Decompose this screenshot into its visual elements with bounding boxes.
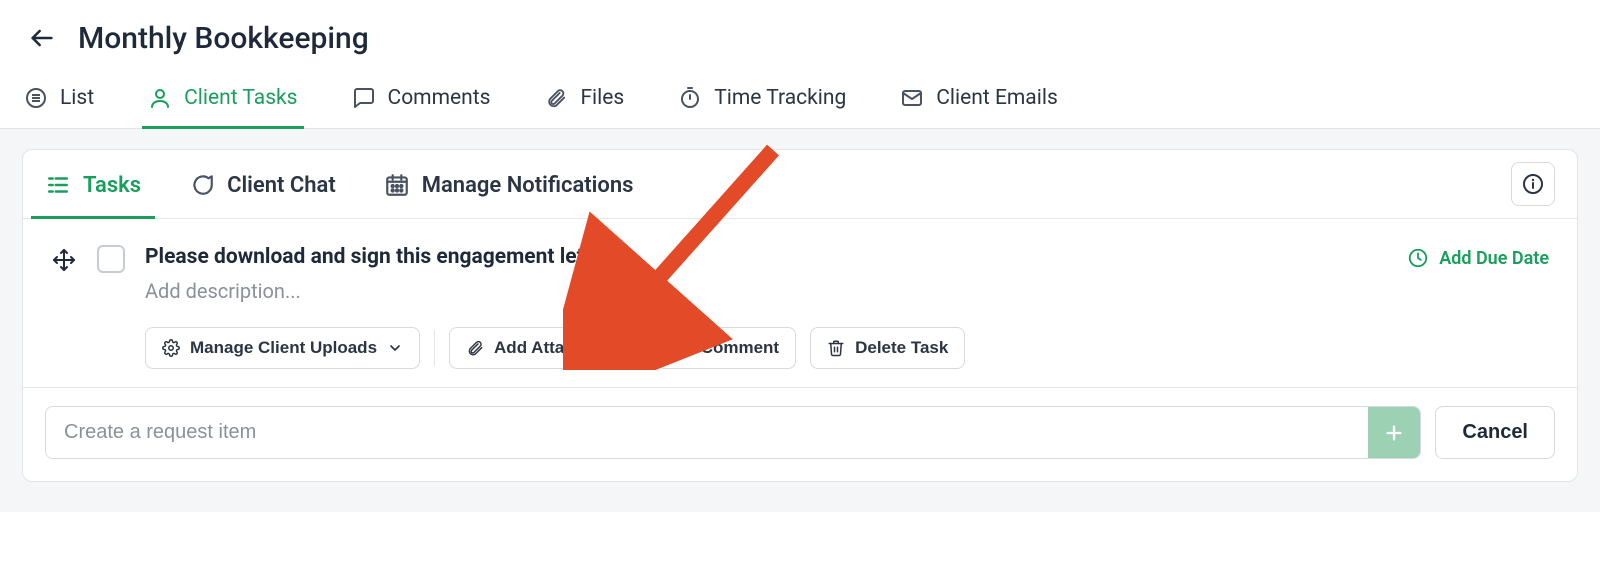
chat-icon bbox=[189, 172, 215, 198]
create-request-input[interactable] bbox=[46, 407, 1368, 458]
subtab-tasks[interactable]: Tasks bbox=[45, 150, 141, 218]
cancel-button[interactable]: Cancel bbox=[1435, 406, 1555, 459]
tab-label: List bbox=[60, 86, 94, 110]
tab-list[interactable]: List bbox=[24, 76, 94, 128]
button-label: Manage Client Uploads bbox=[190, 338, 377, 358]
subtab-client-chat[interactable]: Client Chat bbox=[189, 150, 336, 218]
button-label: Comment bbox=[701, 338, 779, 358]
create-submit-button[interactable] bbox=[1368, 407, 1420, 458]
comment-button[interactable]: Comment bbox=[656, 327, 796, 369]
tab-label: Client Tasks bbox=[184, 86, 297, 110]
subtab-label: Tasks bbox=[83, 173, 141, 198]
comment-icon bbox=[673, 339, 691, 357]
stopwatch-icon bbox=[678, 86, 702, 110]
calendar-icon bbox=[384, 172, 410, 198]
tab-client-emails[interactable]: Client Emails bbox=[900, 76, 1058, 128]
button-label: Delete Task bbox=[855, 338, 948, 358]
info-button[interactable] bbox=[1511, 162, 1555, 206]
subtab-label: Manage Notifications bbox=[422, 173, 634, 198]
client-tasks-panel: Tasks Client Chat Manage Notifications bbox=[22, 149, 1578, 482]
person-icon bbox=[148, 86, 172, 110]
paperclip-icon bbox=[466, 339, 484, 357]
task-title[interactable]: Please download and sign this engagement… bbox=[145, 245, 1387, 269]
button-label: Add Attachment bbox=[494, 338, 625, 358]
manage-client-uploads-button[interactable]: Manage Client Uploads bbox=[145, 327, 420, 369]
comment-icon bbox=[352, 86, 376, 110]
subtab-label: Client Chat bbox=[227, 173, 336, 198]
move-icon bbox=[52, 248, 76, 272]
task-description-placeholder[interactable]: Add description... bbox=[145, 279, 1387, 303]
tab-client-tasks[interactable]: Client Tasks bbox=[148, 76, 297, 128]
gear-icon bbox=[162, 339, 180, 357]
clock-icon bbox=[1407, 247, 1429, 269]
chevron-down-icon bbox=[387, 340, 403, 356]
list-check-icon bbox=[45, 172, 71, 198]
list-icon bbox=[24, 86, 48, 110]
arrow-left-icon bbox=[28, 24, 56, 52]
add-due-date-button[interactable]: Add Due Date bbox=[1407, 247, 1549, 269]
task-row: Please download and sign this engagement… bbox=[23, 219, 1577, 387]
task-body: Please download and sign this engagement… bbox=[145, 245, 1387, 369]
content-area: Tasks Client Chat Manage Notifications bbox=[0, 129, 1600, 512]
top-nav-tabs: List Client Tasks Comments Files Time Tr… bbox=[0, 66, 1600, 129]
sub-tabs-row: Tasks Client Chat Manage Notifications bbox=[23, 150, 1577, 219]
add-attachment-button[interactable]: Add Attachment bbox=[449, 327, 642, 369]
sub-tabs: Tasks Client Chat Manage Notifications bbox=[45, 150, 633, 218]
tab-files[interactable]: Files bbox=[544, 76, 624, 128]
tab-label: Time Tracking bbox=[714, 86, 846, 110]
subtab-manage-notifications[interactable]: Manage Notifications bbox=[384, 150, 634, 218]
page-header: Monthly Bookkeeping bbox=[0, 0, 1600, 66]
button-label: Cancel bbox=[1462, 421, 1528, 444]
tab-label: Client Emails bbox=[936, 86, 1058, 110]
divider bbox=[434, 330, 435, 366]
drag-handle[interactable] bbox=[51, 247, 77, 273]
delete-task-button[interactable]: Delete Task bbox=[810, 327, 965, 369]
tab-label: Comments bbox=[388, 86, 491, 110]
tab-time-tracking[interactable]: Time Tracking bbox=[678, 76, 846, 128]
info-icon bbox=[1521, 172, 1545, 196]
due-date-label: Add Due Date bbox=[1439, 248, 1549, 269]
tab-label: Files bbox=[580, 86, 624, 110]
back-button[interactable] bbox=[24, 20, 60, 56]
trash-icon bbox=[827, 339, 845, 357]
mail-icon bbox=[900, 86, 924, 110]
create-input-wrap bbox=[45, 406, 1421, 459]
tab-comments[interactable]: Comments bbox=[352, 76, 491, 128]
plus-icon bbox=[1383, 422, 1405, 444]
create-row: Cancel bbox=[23, 387, 1577, 481]
task-actions: Manage Client Uploads Add Attachment bbox=[145, 327, 1387, 369]
task-checkbox[interactable] bbox=[97, 245, 125, 273]
page-title: Monthly Bookkeeping bbox=[78, 21, 369, 56]
paperclip-icon bbox=[544, 86, 568, 110]
